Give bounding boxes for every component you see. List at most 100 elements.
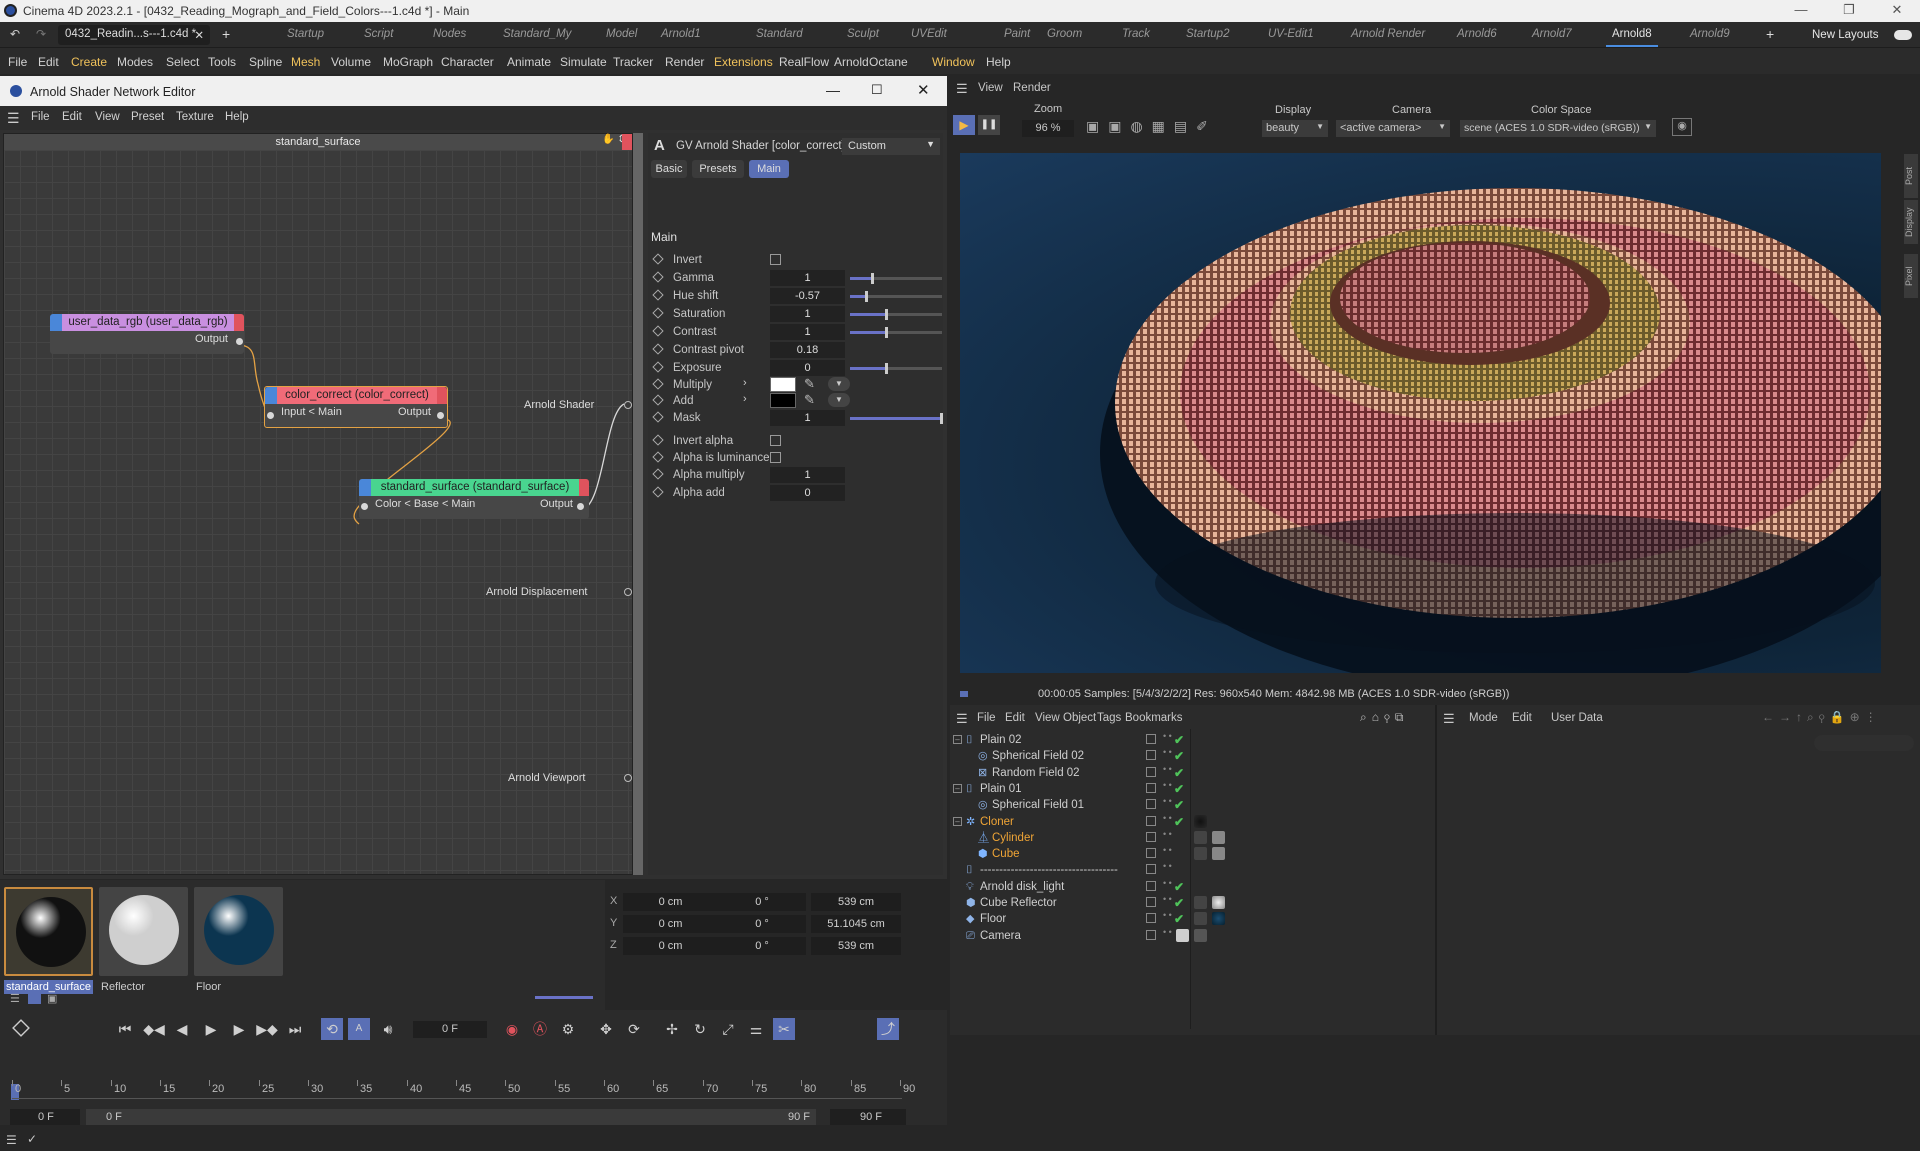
user-data-rgb-node[interactable]: user_data_rgb (user_data_rgb) Output — [50, 314, 244, 354]
user-data-output-port[interactable]: Output — [50, 331, 244, 347]
object-name[interactable]: Cloner — [980, 816, 1014, 828]
layer-icon[interactable] — [1146, 831, 1156, 842]
mask-field[interactable]: 1 — [770, 410, 845, 426]
object-manager-menu-icon[interactable]: ☰ — [956, 711, 968, 727]
contrast-slider[interactable] — [850, 327, 942, 338]
object-name[interactable]: Cylinder — [992, 832, 1034, 844]
arnold-tag-icon[interactable] — [1194, 928, 1207, 942]
fcurve-icon[interactable]: ⤴ — [877, 1018, 899, 1040]
color-correct-input-dot[interactable] — [267, 412, 274, 419]
hue-shift-slider[interactable] — [850, 291, 942, 302]
menu-render[interactable]: Render — [1013, 82, 1051, 94]
new-tab-icon[interactable]: + — [222, 26, 230, 42]
menu-view[interactable]: View — [978, 82, 1003, 94]
coord-rot-z-field[interactable]: 0 ° — [718, 937, 806, 955]
thumb-size-slider[interactable] — [535, 996, 593, 999]
menu-octane[interactable]: Octane — [869, 55, 908, 69]
slider-knob[interactable] — [885, 363, 888, 374]
menu-tracker[interactable]: Tracker — [613, 55, 653, 69]
enabled-check-icon[interactable]: ✔ — [1174, 912, 1184, 926]
animate-diamond-icon[interactable] — [652, 486, 664, 498]
animate-diamond-icon[interactable] — [652, 378, 664, 390]
animate-diamond-icon[interactable] — [652, 307, 664, 319]
invert-checkbox[interactable] — [770, 254, 781, 265]
saturation-field[interactable]: 1 — [770, 306, 845, 322]
color-correct-ports[interactable]: Input < Main Output — [265, 404, 447, 420]
menu-realflow[interactable]: RealFlow — [779, 55, 829, 69]
close-icon[interactable]: ✕ — [1882, 2, 1912, 20]
contrast-field[interactable]: 1 — [770, 324, 845, 340]
om-toolbar-icons[interactable]: ⌕⌂⚲⧉ — [1360, 710, 1408, 725]
enabled-check-icon[interactable]: ✔ — [1174, 749, 1184, 763]
preset-dropdown[interactable]: Custom ▼ — [842, 138, 940, 155]
menu-render[interactable]: Render — [665, 55, 704, 69]
redo-icon[interactable]: ↷ — [36, 27, 46, 41]
menu-mesh[interactable]: Mesh — [291, 55, 320, 69]
animate-diamond-icon[interactable] — [652, 411, 664, 423]
object-name[interactable]: Cube Reflector — [980, 897, 1057, 909]
am-menu-mode[interactable]: Mode — [1469, 712, 1498, 724]
menu-modes[interactable]: Modes — [117, 55, 153, 69]
am-menu-edit[interactable]: Edit — [1512, 712, 1532, 724]
pause-button[interactable]: ❚❚ — [978, 115, 1000, 135]
object-name[interactable]: Cube — [992, 848, 1020, 860]
standard-surface-node[interactable]: standard_surface (standard_surface) Colo… — [359, 479, 589, 519]
play-button[interactable]: ▶ — [953, 115, 975, 135]
attr-tab-presets[interactable]: Presets — [692, 160, 744, 178]
zoom-field[interactable]: 96 % — [1022, 120, 1074, 137]
menu-extensions[interactable]: Extensions — [714, 55, 773, 69]
camera-dropdown[interactable]: <active camera> ▼ — [1336, 120, 1450, 137]
alpha-multiply-field[interactable]: 1 — [770, 467, 845, 483]
slider-knob[interactable] — [871, 273, 874, 284]
layer-icon[interactable] — [1146, 864, 1156, 875]
material-floor[interactable] — [194, 887, 283, 976]
om-menu-tags[interactable]: Tags — [1097, 712, 1121, 724]
prev-key-icon[interactable]: ◆◀ — [143, 1018, 165, 1040]
color-correct-node[interactable]: color_correct (color_correct) Input < Ma… — [264, 386, 448, 428]
animate-diamond-icon[interactable] — [652, 361, 664, 373]
visibility-dots-icon[interactable]: • • — [1163, 732, 1172, 741]
visibility-dots-icon[interactable]: • • — [1163, 927, 1172, 936]
menu-window[interactable]: Window — [932, 55, 975, 69]
status-menu-icon[interactable]: ☰ — [6, 1133, 17, 1147]
layout-tab-model[interactable]: Model — [606, 28, 637, 40]
start-frame-field[interactable]: 0 F — [10, 1109, 80, 1125]
menu-simulate[interactable]: Simulate — [560, 55, 607, 69]
autokey-icon[interactable]: Ⓐ — [529, 1018, 551, 1040]
layout-tab-startup[interactable]: Startup — [287, 28, 324, 40]
om-menu-file[interactable]: File — [977, 712, 996, 724]
expand-toggle-icon[interactable]: – — [953, 783, 962, 793]
arnold-shader-output[interactable]: Arnold Shader — [524, 397, 634, 413]
prev-frame-icon[interactable]: ◀ — [171, 1018, 193, 1040]
coord-size-x-field[interactable]: 539 cm — [811, 893, 901, 911]
layer-icon[interactable] — [1146, 913, 1156, 924]
enabled-check-icon[interactable]: ✔ — [1174, 782, 1184, 796]
eyedropper-icon[interactable]: ✎ — [804, 392, 815, 408]
render-image[interactable] — [960, 153, 1881, 673]
layout-tab-script[interactable]: Script — [364, 28, 393, 40]
menu-create[interactable]: Create — [71, 55, 107, 69]
editor-menu-file[interactable]: File — [31, 111, 50, 123]
layout-tab-nodes[interactable]: Nodes — [433, 28, 466, 40]
invert-alpha-checkbox[interactable] — [770, 435, 781, 446]
coord-rot-x-field[interactable]: 0 ° — [718, 893, 806, 911]
arnold-displacement-output[interactable]: Arnold Displacement — [486, 584, 634, 600]
sound-icon[interactable]: 🔊︎ — [377, 1018, 399, 1040]
minimize-icon[interactable]: — — [1786, 2, 1816, 20]
next-frame-icon[interactable]: ▶ — [228, 1018, 250, 1040]
editor-menu-help[interactable]: Help — [225, 111, 249, 123]
move-icon[interactable]: ✢ — [661, 1018, 683, 1040]
play-icon[interactable]: ▶ — [200, 1018, 222, 1040]
animate-diamond-icon[interactable] — [652, 271, 664, 283]
timeline-ruler[interactable]: 0 5 10 15 20 25 30 35 40 45 50 55 60 65 70 75 80 85 90 — [12, 1080, 915, 1102]
animate-diamond-icon[interactable] — [652, 451, 664, 463]
visibility-dots-icon[interactable]: • • — [1163, 797, 1172, 806]
visibility-dots-icon[interactable]: • • — [1163, 895, 1172, 904]
om-menu-bookmarks[interactable]: Bookmarks — [1125, 712, 1183, 724]
side-tab-post[interactable]: Post — [1904, 154, 1918, 198]
material-label[interactable]: Floor — [194, 980, 223, 994]
multiply-color-swatch[interactable] — [770, 377, 796, 392]
editor-menu-preset[interactable]: Preset — [131, 111, 164, 123]
record-icon[interactable]: ◉ — [501, 1018, 523, 1040]
rotate-icon[interactable]: ↻ — [689, 1018, 711, 1040]
